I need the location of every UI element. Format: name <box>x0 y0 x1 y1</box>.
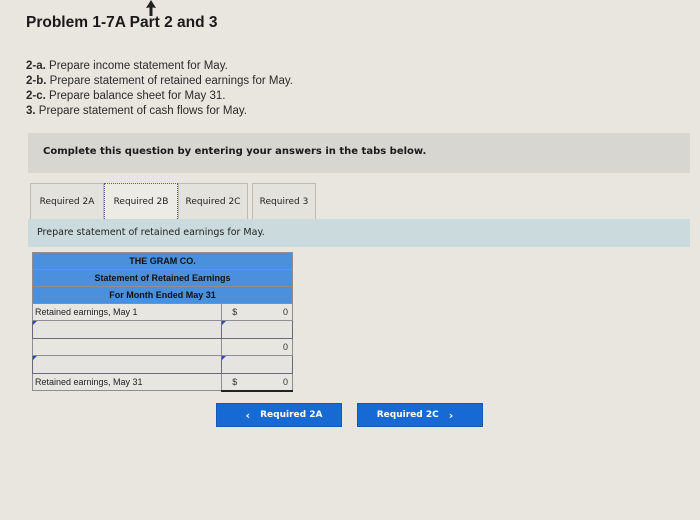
tab-required-2a[interactable]: Required 2A <box>30 183 104 219</box>
requirement-item: 2-b. Prepare statement of retained earni… <box>26 74 293 89</box>
requirement-label: 2-a. <box>26 60 46 72</box>
statement-period: For Month Ended May 31 <box>32 286 293 304</box>
amount-input[interactable] <box>221 320 293 339</box>
company-name: THE GRAM CO. <box>32 252 293 270</box>
row-label: Retained earnings, May 1 <box>31 303 223 321</box>
chevron-left-icon: ‹ <box>245 408 251 422</box>
row-value: 0 <box>282 307 288 317</box>
label-input[interactable] <box>31 355 223 374</box>
requirement-text: Prepare statement of retained earnings f… <box>49 75 293 87</box>
statement-name: Statement of Retained Earnings <box>32 269 293 287</box>
requirement-item: 2-a. Prepare income statement for May. <box>26 59 293 74</box>
table-row <box>31 320 293 339</box>
table-row <box>31 355 293 374</box>
label-input[interactable] <box>31 320 223 339</box>
prompt-bar: Prepare statement of retained earnings f… <box>28 219 690 247</box>
tab-required-2c[interactable]: Required 2C <box>178 183 248 219</box>
prev-button-label: Required 2A <box>260 410 323 420</box>
requirement-text: Prepare income statement for May. <box>49 60 228 72</box>
prev-required-2a-button[interactable]: ‹ Required 2A <box>216 403 342 427</box>
next-button-label: Required 2C <box>376 410 439 420</box>
amount-input[interactable] <box>221 355 293 374</box>
requirement-label: 2-b. <box>26 75 47 87</box>
prompt-text: Prepare statement of retained earnings f… <box>37 227 265 238</box>
requirement-text: Prepare balance sheet for May 31. <box>49 90 226 102</box>
requirements-list: 2-a. Prepare income statement for May. 2… <box>26 59 293 119</box>
row-label <box>31 338 223 356</box>
instructions-box: Complete this question by entering your … <box>28 133 690 173</box>
tab-bar: Required 2A Required 2B Required 2C Requ… <box>30 183 316 219</box>
currency-symbol: $ <box>232 377 238 387</box>
table-row: Retained earnings, May 31 $ 0 <box>31 373 293 392</box>
chevron-right-icon: › <box>448 408 454 422</box>
currency-symbol: $ <box>232 307 238 317</box>
next-required-2c-button[interactable]: Required 2C › <box>357 403 483 427</box>
retained-earnings-statement: THE GRAM CO. Statement of Retained Earni… <box>31 252 293 392</box>
row-value: 0 <box>282 342 288 352</box>
requirement-label: 2-c. <box>26 90 46 102</box>
table-row: Retained earnings, May 1 $ 0 <box>31 303 293 321</box>
requirement-item: 2-c. Prepare balance sheet for May 31. <box>26 89 293 104</box>
requirement-item: 3. Prepare statement of cash flows for M… <box>26 104 293 119</box>
tab-required-2b[interactable]: Required 2B <box>104 183 178 219</box>
problem-title: Problem 1-7A Part 2 and 3 <box>26 14 218 31</box>
row-value-cell: 0 <box>221 338 293 356</box>
row-value-cell: $ 0 <box>221 303 293 321</box>
requirement-label: 3. <box>26 105 36 117</box>
row-value-cell: $ 0 <box>221 373 293 392</box>
requirement-text: Prepare statement of cash flows for May. <box>38 105 247 117</box>
table-row: 0 <box>31 338 293 356</box>
row-label: Retained earnings, May 31 <box>31 373 223 391</box>
instructions-text: Complete this question by entering your … <box>43 146 427 157</box>
row-value: 0 <box>282 377 288 387</box>
tab-required-3[interactable]: Required 3 <box>252 183 316 219</box>
